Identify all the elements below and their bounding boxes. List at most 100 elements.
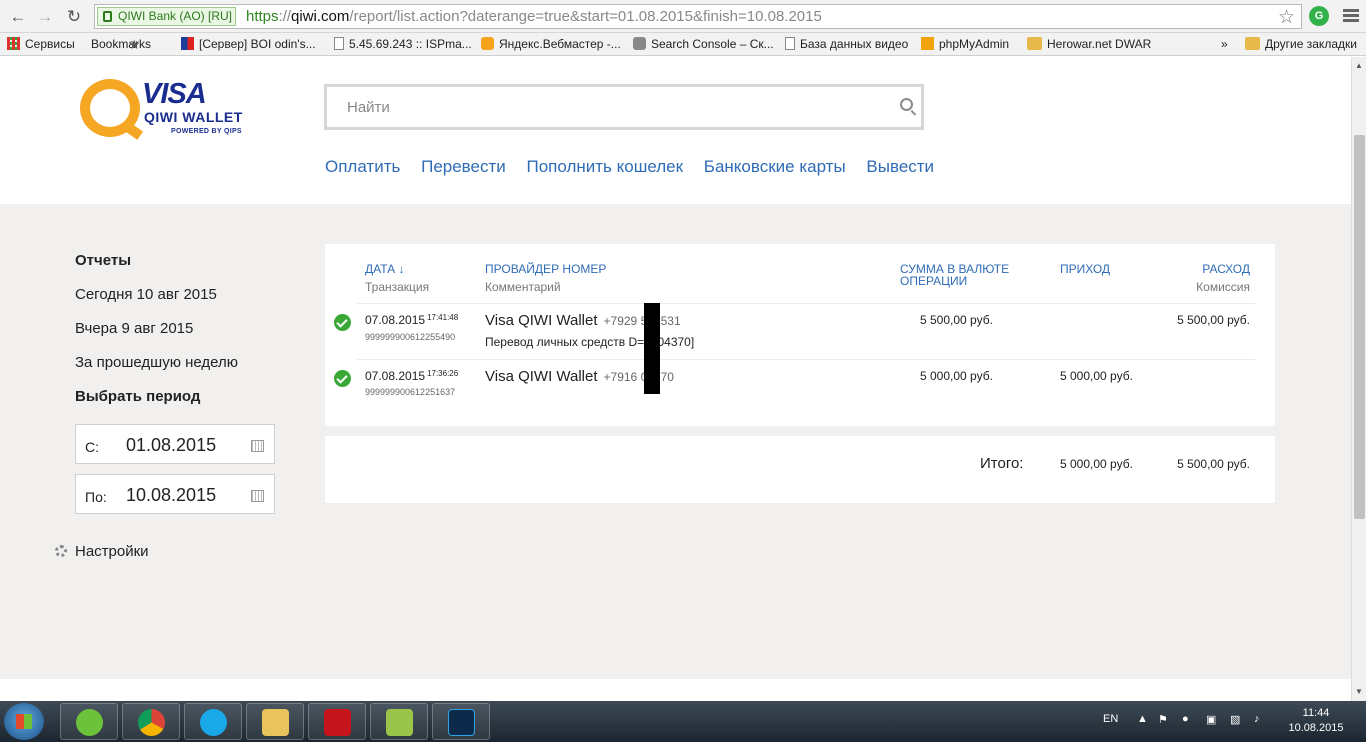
folder-icon [1027, 37, 1042, 50]
sidebar-item-choose-period[interactable]: Выбрать период [75, 388, 200, 405]
bookmark-search-console[interactable]: Search Console – Ск... [633, 37, 774, 51]
col-income-header: ПРИХОД [1060, 262, 1111, 276]
settings-link[interactable]: Настройки [55, 543, 149, 560]
col-provider-header: ПРОВАЙДЕР НОМЕР [485, 262, 607, 276]
sidebar-item-yesterday[interactable]: Вчера 9 авг 2015 [75, 320, 193, 337]
reload-icon[interactable]: ↻ [64, 7, 84, 27]
clock-date: 10.08.2015 [1288, 722, 1344, 734]
sidebar-item-last-week[interactable]: За прошедшую неделю [75, 354, 238, 371]
tray-flag-icon[interactable]: ⚑ [1158, 713, 1168, 726]
date-to-value[interactable]: 10.08.2015 [126, 485, 216, 506]
bookmarks-overflow-button[interactable]: » [1221, 37, 1228, 51]
date-to-field[interactable]: По: 10.08.2015 [75, 474, 275, 514]
bookmark-apps[interactable]: Сервисы [7, 37, 75, 51]
volume-icon[interactable]: ♪ [1254, 713, 1260, 725]
chrome-icon [138, 709, 165, 736]
tray-device-icon[interactable]: ▣ [1206, 713, 1216, 726]
url-scheme: https [246, 8, 279, 25]
filezilla-icon [324, 709, 351, 736]
browser-menu-icon[interactable] [1343, 7, 1359, 27]
yandex-icon [481, 37, 494, 50]
col-date-header[interactable]: ДАТА ↓ [365, 263, 404, 275]
bookmark-herowar[interactable]: Herowar.net DWAR [1027, 37, 1151, 51]
network-icon[interactable]: ▧ [1230, 713, 1240, 726]
tray-expand-icon[interactable]: ▲ [1137, 713, 1148, 725]
taskbar-skype[interactable] [184, 703, 242, 740]
nav-bank-cards[interactable]: Банковские карты [704, 157, 846, 176]
search-box [324, 84, 924, 130]
start-button[interactable] [4, 703, 44, 740]
search-icon[interactable] [900, 98, 913, 111]
bookmark-label: phpMyAdmin [939, 37, 1010, 51]
total-expense: 5 500,00 руб. [1177, 457, 1250, 471]
taskbar-explorer[interactable] [246, 703, 304, 740]
search-input[interactable] [327, 87, 887, 127]
page-icon [334, 37, 344, 50]
skype-icon [200, 709, 227, 736]
col-provider-subheader: Комментарий [485, 280, 561, 294]
nav-topup-wallet[interactable]: Пополнить кошелек [527, 157, 684, 176]
bookmark-server[interactable]: [Сервер] BOI odin's... [181, 37, 316, 51]
bookmark-star-icon[interactable]: ☆ [1278, 6, 1295, 29]
gear-icon [55, 545, 67, 557]
row-number: +7929 503531 [603, 314, 681, 328]
star-icon: ★ [128, 37, 141, 52]
date-from-field[interactable]: С: 01.08.2015 [75, 424, 275, 464]
address-bar[interactable]: QIWI Bank (AO) [RU] https://qiwi.com/rep… [94, 4, 1302, 29]
url-separator: :// [278, 8, 292, 25]
nav-transfer[interactable]: Перевести [421, 157, 506, 176]
other-bookmarks[interactable]: Другие закладки [1245, 37, 1357, 51]
taskbar-chrome[interactable] [122, 703, 180, 740]
row-comment: Перевод личных средств D=2804370] [485, 335, 695, 349]
language-indicator[interactable]: EN [1103, 713, 1118, 725]
calendar-icon[interactable] [251, 490, 264, 502]
page-scrollbar[interactable]: ▲ ▼ [1351, 57, 1366, 701]
col-amount-header-line2: ОПЕРАЦИИ [900, 274, 968, 288]
col-expense-subheader: Комиссия [1196, 280, 1250, 294]
bookmark-label: 5.45.69.243 :: ISPma... [349, 37, 472, 51]
scrollbar-thumb[interactable] [1354, 135, 1365, 519]
extension-icon[interactable]: G [1309, 6, 1329, 26]
date-from-value[interactable]: 01.08.2015 [126, 435, 216, 456]
date-to-label: По: [85, 489, 107, 505]
photoshop-icon [448, 709, 475, 736]
taskbar-app-1[interactable] [60, 703, 118, 740]
row-date: 07.08.2015 17:36:26 [365, 369, 459, 383]
back-icon[interactable]: ← [8, 7, 28, 27]
bookmark-ispmanager[interactable]: 5.45.69.243 :: ISPma... [334, 37, 472, 51]
status-ok-icon [334, 314, 351, 331]
site-header: VISA QIWI WALLET POWERED BY QIPS Оплатит… [0, 57, 1351, 204]
taskbar-photoshop[interactable] [432, 703, 490, 740]
logo-visa-text: VISA [142, 78, 207, 110]
flag-icon [181, 37, 194, 50]
scroll-up-icon[interactable]: ▲ [1355, 61, 1363, 70]
scroll-down-icon[interactable]: ▼ [1355, 687, 1363, 696]
bookmark-label: Bookmarks [91, 37, 152, 51]
nav-withdraw[interactable]: Вывести [866, 157, 934, 176]
tray-app-icon[interactable]: ● [1182, 713, 1189, 725]
bookmark-label: Search Console – Ск... [651, 37, 774, 51]
bookmark-label: [Сервер] BOI odin's... [199, 37, 316, 51]
bookmark-label: Herowar.net DWAR [1047, 37, 1152, 51]
url-text[interactable]: https://qiwi.com/report/list.action?date… [246, 8, 822, 25]
url-host: qiwi.com [291, 8, 350, 25]
status-ok-icon [334, 370, 351, 387]
ev-certificate-badge[interactable]: QIWI Bank (AO) [RU] [97, 7, 237, 26]
taskbar-filezilla[interactable] [308, 703, 366, 740]
content-area: Отчеты Сегодня 10 авг 2015 Вчера 9 авг 2… [0, 204, 1351, 679]
bookmark-bookmarks[interactable]: ★ Bookmarks [91, 37, 151, 51]
bookmark-video-db[interactable]: База данных видео [785, 37, 908, 51]
qiwi-q-icon [80, 79, 140, 137]
nav-pay[interactable]: Оплатить [325, 157, 400, 176]
main-nav: Оплатить Перевести Пополнить кошелек Бан… [325, 157, 950, 177]
calendar-icon[interactable] [251, 440, 264, 452]
sidebar-item-today[interactable]: Сегодня 10 авг 2015 [75, 286, 217, 303]
bookmark-yandex[interactable]: Яндекс.Вебмастер -... [481, 37, 621, 51]
forward-icon[interactable]: → [35, 7, 55, 27]
taskbar-clock[interactable]: 11:44 10.08.2015 [1286, 706, 1346, 736]
taskbar-notepadpp[interactable] [370, 703, 428, 740]
bookmark-label: Яндекс.Вебмастер -... [499, 37, 621, 51]
row-date: 07.08.2015 17:41:48 [365, 313, 459, 327]
bookmark-phpmyadmin[interactable]: phpMyAdmin [921, 37, 1009, 51]
row-divider [357, 359, 1255, 360]
